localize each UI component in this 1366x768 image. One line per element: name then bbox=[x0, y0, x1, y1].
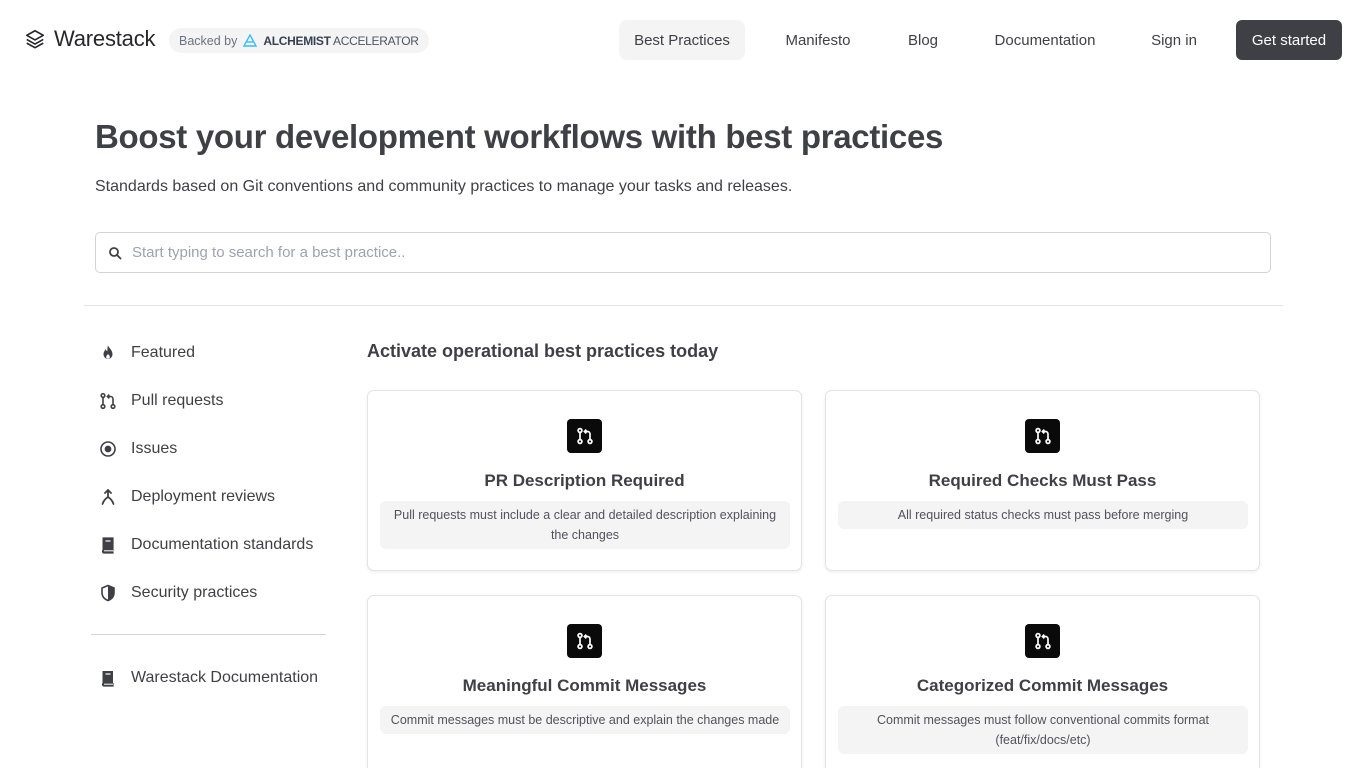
backed-by-label: Backed by bbox=[179, 33, 238, 48]
nav-documentation[interactable]: Documentation bbox=[980, 20, 1110, 60]
stack-logo-icon bbox=[25, 29, 45, 49]
sidebar-item-label: Security practices bbox=[131, 584, 258, 601]
card-description: Commit messages must follow conventional… bbox=[838, 706, 1248, 754]
card-title: Meaningful Commit Messages bbox=[462, 676, 707, 695]
page-subtitle: Standards based on Git conventions and c… bbox=[95, 178, 793, 195]
sidebar-item-label: Pull requests bbox=[131, 392, 224, 409]
sidebar-item-deployment-reviews[interactable]: Deployment reviews bbox=[99, 482, 275, 512]
sidebar-item-label: Warestack Documentation bbox=[131, 669, 319, 686]
backer-name-bold: ALCHEMIST bbox=[263, 33, 331, 48]
search-icon bbox=[109, 247, 122, 260]
pull-request-icon bbox=[1025, 419, 1060, 453]
section-divider bbox=[84, 305, 1283, 306]
brand-logo[interactable]: Warestack bbox=[24, 26, 155, 52]
nav-blog[interactable]: Blog bbox=[893, 20, 953, 60]
sidebar-item-warestack-documentation[interactable]: Warestack Documentation bbox=[99, 663, 318, 693]
nav-best-practices[interactable]: Best Practices bbox=[619, 20, 745, 60]
get-started-button[interactable]: Get started bbox=[1236, 20, 1342, 60]
pull-request-icon bbox=[567, 624, 602, 658]
pull-request-icon bbox=[1025, 624, 1060, 658]
backed-by-badge[interactable]: Backed by ALCHEMIST ACCELERATOR bbox=[169, 28, 429, 53]
search-box[interactable] bbox=[95, 232, 1271, 273]
alchemist-logo-icon bbox=[243, 34, 258, 47]
sidebar-item-security-practices[interactable]: Security practices bbox=[99, 578, 257, 608]
nav-sign-in[interactable]: Sign in bbox=[1136, 20, 1212, 60]
page-title: Boost your development workflows with be… bbox=[95, 118, 944, 155]
flame-icon bbox=[99, 344, 117, 362]
section-title: Activate operational best practices toda… bbox=[367, 341, 719, 361]
book-icon bbox=[99, 669, 117, 687]
backer-name-rest: ACCELERATOR bbox=[330, 33, 419, 48]
sidebar-item-label: Deployment reviews bbox=[131, 488, 276, 505]
sidebar-item-documentation-standards[interactable]: Documentation standards bbox=[99, 530, 313, 560]
card-description: All required status checks must pass bef… bbox=[838, 501, 1248, 529]
sidebar-item-label: Featured bbox=[131, 344, 196, 361]
sidebar-divider bbox=[91, 634, 326, 635]
card-title: Required Checks Must Pass bbox=[928, 471, 1157, 490]
card-title: PR Description Required bbox=[484, 471, 685, 490]
sidebar-item-pull-requests[interactable]: Pull requests bbox=[99, 386, 224, 416]
card-description: Commit messages must be descriptive and … bbox=[380, 706, 790, 734]
book-icon bbox=[99, 536, 117, 554]
sidebar-item-label: Documentation standards bbox=[131, 536, 314, 553]
pull-request-icon bbox=[99, 392, 117, 410]
sidebar-item-label: Issues bbox=[131, 440, 178, 457]
nav-manifesto[interactable]: Manifesto bbox=[770, 20, 866, 60]
search-input[interactable] bbox=[132, 233, 1252, 272]
card-description: Pull requests must include a clear and d… bbox=[380, 501, 790, 549]
sidebar-item-featured[interactable]: Featured bbox=[99, 338, 195, 368]
top-header: Warestack Backed by ALCHEMIST ACCELERATO… bbox=[0, 0, 1366, 80]
card-title: Categorized Commit Messages bbox=[916, 676, 1169, 695]
shield-icon bbox=[99, 584, 117, 602]
practice-card[interactable]: Meaningful Commit Messages Commit messag… bbox=[367, 595, 802, 768]
practice-card[interactable]: Required Checks Must Pass All required s… bbox=[825, 390, 1260, 571]
sidebar-item-issues[interactable]: Issues bbox=[99, 434, 177, 464]
backer-name: ALCHEMIST ACCELERATOR bbox=[263, 33, 419, 48]
issue-icon bbox=[99, 440, 117, 458]
practice-card[interactable]: PR Description Required Pull requests mu… bbox=[367, 390, 802, 571]
deploy-icon bbox=[99, 488, 117, 506]
practice-card[interactable]: Categorized Commit Messages Commit messa… bbox=[825, 595, 1260, 768]
brand-name: Warestack bbox=[54, 26, 156, 51]
pull-request-icon bbox=[567, 419, 602, 453]
